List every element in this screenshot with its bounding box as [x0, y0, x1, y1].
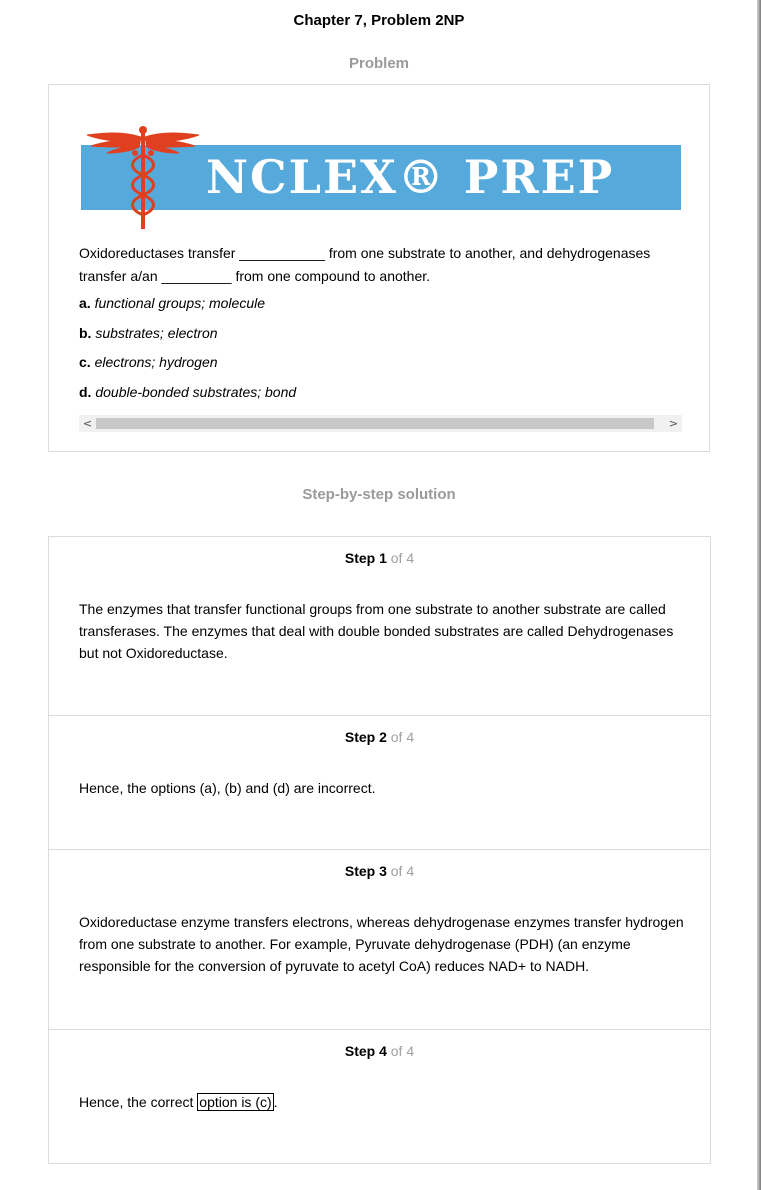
step-text: Hence, the correct option is (c). — [79, 1091, 689, 1113]
option-d: d. double-bonded substrates; bond — [79, 382, 296, 412]
step-1: Step 1 of 4 The enzymes that transfer fu… — [49, 537, 710, 716]
page-edge — [757, 0, 761, 1190]
step-header: Step 4 of 4 — [49, 1043, 710, 1059]
scrollbar-thumb[interactable] — [96, 418, 654, 429]
problem-heading: Problem — [348, 55, 409, 72]
chapter-title: Chapter 7, Problem 2NP — [293, 12, 465, 29]
option-b: b. substrates; electron — [79, 323, 296, 353]
option-a: a. functional groups; molecule — [79, 293, 296, 323]
step-label: Step 1 — [344, 550, 387, 566]
step-header: Step 3 of 4 — [49, 863, 710, 879]
nclex-banner: NCLEX® PREP — [81, 125, 681, 233]
caduceus-icon — [86, 126, 200, 229]
step-count: of 4 — [390, 729, 415, 745]
step-3: Step 3 of 4 Oxidoreductase enzyme transf… — [49, 850, 710, 1030]
step-header: Step 1 of 4 — [49, 550, 710, 566]
step-2: Step 2 of 4 Hence, the options (a), (b) … — [49, 716, 710, 850]
scroll-right-icon[interactable]: > — [665, 415, 682, 432]
option-text: electrons; hydrogen — [94, 354, 218, 370]
banner-title: NCLEX® PREP — [206, 150, 615, 204]
option-letter: c. — [79, 354, 91, 370]
option-letter: a. — [79, 295, 91, 311]
problem-box: NCLEX® PREP Oxidoreductases transfer ___… — [48, 84, 710, 452]
step-4: Step 4 of 4 Hence, the correct option is… — [49, 1030, 710, 1163]
answer-highlight: option is (c) — [197, 1093, 274, 1111]
option-letter: b. — [79, 324, 92, 341]
step-label: Step 2 — [344, 729, 387, 745]
step-text: Oxidoreductase enzyme transfers electron… — [79, 914, 684, 974]
step-count: of 4 — [390, 863, 415, 879]
answer-suffix: . — [273, 1094, 278, 1110]
step-text: Hence, the options (a), (b) and (d) are … — [79, 780, 376, 796]
scroll-left-icon[interactable]: < — [79, 415, 96, 432]
solution-box: Step 1 of 4 The enzymes that transfer fu… — [48, 536, 711, 1164]
answer-options: a. functional groups; molecule b. substr… — [79, 293, 296, 411]
option-text: double-bonded substrates; bond — [95, 383, 297, 400]
answer-prefix: Hence, the correct — [79, 1094, 198, 1110]
step-header: Step 2 of 4 — [49, 729, 710, 745]
option-text: functional groups; molecule — [94, 295, 266, 311]
step-text: The enzymes that transfer functional gro… — [79, 601, 674, 661]
solution-heading: Step-by-step solution — [302, 486, 456, 503]
option-letter: d. — [79, 383, 92, 400]
step-count: of 4 — [390, 1043, 415, 1059]
step-label: Step 3 — [344, 863, 387, 879]
step-label: Step 4 — [344, 1043, 387, 1059]
question-text: Oxidoreductases transfer ___________ fro… — [79, 245, 651, 284]
step-count: of 4 — [390, 550, 415, 566]
horizontal-scrollbar[interactable]: < > — [79, 415, 682, 432]
option-text: substrates; electron — [95, 324, 218, 341]
option-c: c. electrons; hydrogen — [79, 352, 296, 382]
